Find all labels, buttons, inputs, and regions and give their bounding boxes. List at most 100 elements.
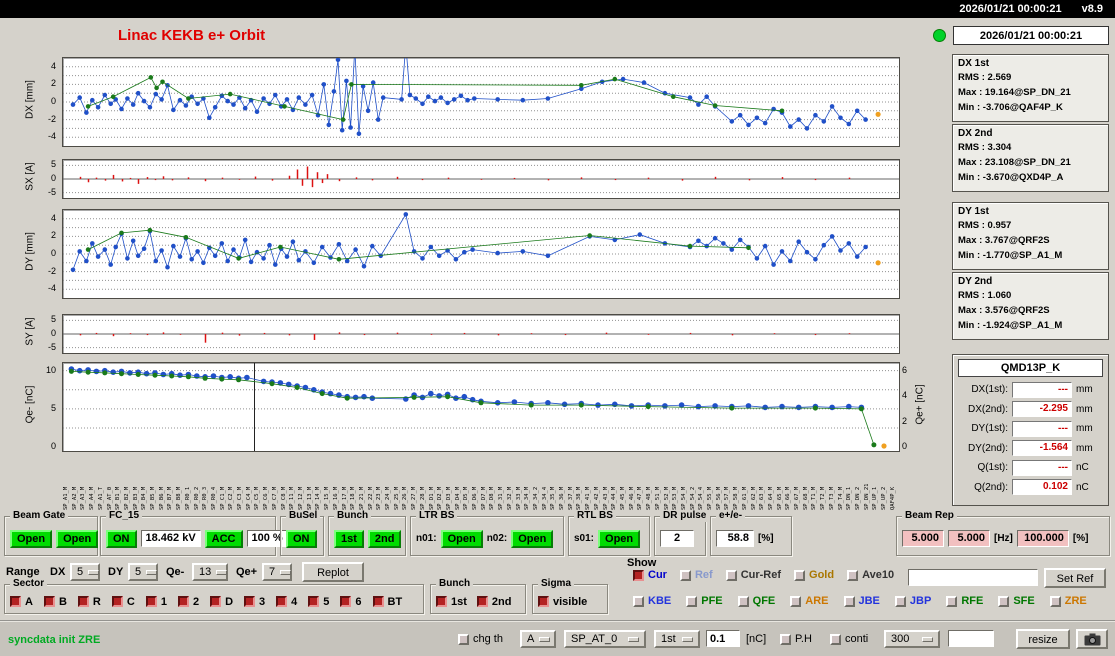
bunch-2nd-button[interactable]: 2nd — [367, 529, 402, 548]
sector-4-toggle[interactable]: 4 — [276, 596, 297, 608]
resize-button[interactable]: resize — [1016, 629, 1070, 649]
sector-2-checkbox[interactable] — [177, 596, 189, 607]
ref-checkbox[interactable] — [679, 569, 691, 581]
ltr-n01-open-button[interactable]: Open — [440, 529, 483, 548]
charge-plot[interactable] — [63, 363, 899, 451]
show-jbe-toggle[interactable]: JBE — [843, 595, 880, 607]
beam-gate-open-2-button[interactable]: Open — [56, 529, 99, 548]
bunch-2nd-toggle[interactable]: 2nd — [476, 596, 511, 608]
sector-5-checkbox[interactable] — [308, 596, 320, 607]
bunch-1st-checkbox[interactable] — [436, 596, 447, 607]
fc15-acc-button[interactable]: ACC — [204, 529, 243, 548]
ltr-n02-open-button[interactable]: Open — [511, 529, 554, 548]
chg-th-toggle[interactable]: chg th — [458, 633, 503, 645]
sector-a-checkbox[interactable] — [10, 596, 21, 607]
dy-orbit-plot[interactable] — [63, 210, 899, 298]
min-value: Min : -3.706@QAF4P_K — [958, 102, 1063, 113]
show-cur-ref-toggle[interactable]: Cur-Ref — [725, 569, 781, 581]
bunch-2nd-checkbox[interactable] — [476, 596, 488, 607]
set-ref-button[interactable]: Set Ref — [1044, 568, 1106, 588]
busel-on-button[interactable]: ON — [286, 529, 317, 548]
ave10-checkbox[interactable] — [847, 569, 859, 581]
show-pfe-toggle[interactable]: PFE — [686, 595, 723, 607]
conti-toggle[interactable]: conti — [830, 633, 868, 645]
sector-4-checkbox[interactable] — [276, 596, 288, 607]
bunch-1st-button[interactable]: 1st — [334, 529, 364, 548]
cur-checkbox[interactable] — [633, 569, 644, 581]
sector-d-checkbox[interactable] — [210, 596, 222, 607]
rtl-s01-open-button[interactable]: Open — [598, 529, 641, 548]
rfe-checkbox[interactable] — [946, 595, 958, 607]
show-kbe-toggle[interactable]: KBE — [633, 595, 671, 607]
sector-b-checkbox[interactable] — [43, 596, 55, 607]
cur-ref-checkbox[interactable] — [725, 569, 737, 581]
sy-steering-plot[interactable] — [63, 315, 899, 353]
sector-1-toggle[interactable]: 1 — [145, 596, 167, 608]
chg-th-checkbox[interactable] — [458, 633, 469, 645]
show-cur-toggle[interactable]: Cur — [633, 569, 667, 581]
sector-2-toggle[interactable]: 2 — [177, 596, 199, 608]
sector-r-toggle[interactable]: R — [77, 596, 101, 608]
ref-name-input[interactable] — [908, 569, 1038, 586]
conti-checkbox[interactable] — [830, 633, 841, 645]
show-zre-toggle[interactable]: ZRE — [1049, 595, 1087, 607]
kbe-checkbox[interactable] — [633, 595, 644, 607]
bpm-name-label: SP_41_M — [585, 486, 592, 510]
sector-r-checkbox[interactable] — [77, 596, 89, 607]
dy2-label: DY(2nd): — [967, 442, 1008, 454]
sfe-checkbox[interactable] — [998, 595, 1010, 607]
beam-gate-open-1-button[interactable]: Open — [10, 529, 53, 548]
are-checkbox[interactable] — [790, 595, 802, 607]
sigma-visible-checkbox[interactable] — [538, 596, 549, 607]
sigma-visible-toggle[interactable]: visible — [538, 596, 587, 608]
range-qe-plus-select[interactable]: 7 — [262, 563, 292, 581]
show-sfe-toggle[interactable]: SFE — [998, 595, 1035, 607]
dx-orbit-plot[interactable] — [63, 58, 899, 146]
sector-c-checkbox[interactable] — [111, 596, 123, 607]
zre-checkbox[interactable] — [1049, 595, 1061, 607]
bpm-name-label: SP_21_M — [358, 486, 365, 510]
snapshot-button[interactable] — [1076, 629, 1108, 649]
sector-3-toggle[interactable]: 3 — [244, 596, 265, 608]
show-rfe-toggle[interactable]: RFE — [946, 595, 983, 607]
sector-select[interactable]: A — [520, 630, 556, 648]
interval-select[interactable]: 300 — [884, 630, 940, 648]
bunch-select[interactable]: 1st — [654, 630, 700, 648]
range-qe-minus-select[interactable]: 13 — [192, 563, 228, 581]
gold-checkbox[interactable] — [794, 569, 806, 581]
sector-bt-checkbox[interactable] — [372, 596, 384, 607]
show-ref-toggle[interactable]: Ref — [679, 569, 713, 581]
qfe-checkbox[interactable] — [737, 595, 749, 607]
aux-input[interactable] — [948, 630, 994, 647]
sector-6-toggle[interactable]: 6 — [340, 596, 362, 608]
jbe-checkbox[interactable] — [843, 595, 855, 607]
ph-checkbox[interactable] — [780, 633, 791, 645]
sector-b-toggle[interactable]: B — [43, 596, 67, 608]
sector-d-toggle[interactable]: D — [210, 596, 233, 608]
pfe-checkbox[interactable] — [686, 595, 698, 607]
fc15-group: FC_15 ON 18.462 kV ACC 100 % — [100, 510, 288, 556]
sector-bt-toggle[interactable]: BT — [372, 596, 402, 608]
sector-c-toggle[interactable]: C — [111, 596, 135, 608]
range-dx-select[interactable]: 5 — [70, 563, 100, 581]
monitor-select[interactable]: SP_AT_0 — [564, 630, 646, 648]
show-jbp-toggle[interactable]: JBP — [894, 595, 931, 607]
sector-a-toggle[interactable]: A — [10, 596, 33, 608]
jbp-checkbox[interactable] — [894, 595, 906, 607]
show-qfe-toggle[interactable]: QFE — [737, 595, 775, 607]
bunch-1st-toggle[interactable]: 1st — [436, 596, 467, 608]
sector-5-toggle[interactable]: 5 — [308, 596, 329, 608]
sector-3-checkbox[interactable] — [244, 596, 256, 607]
range-dy-select[interactable]: 5 — [128, 563, 158, 581]
replot-button[interactable]: Replot — [302, 562, 364, 582]
bpm-name-label: SP_57_M — [724, 486, 731, 510]
sx-steering-plot[interactable] — [63, 160, 899, 198]
show-are-toggle[interactable]: ARE — [790, 595, 829, 607]
show-gold-toggle[interactable]: Gold — [794, 569, 834, 581]
fc15-on-button[interactable]: ON — [106, 529, 137, 548]
threshold-input[interactable] — [706, 630, 740, 647]
ph-toggle[interactable]: P.H — [780, 633, 812, 645]
sector-1-checkbox[interactable] — [145, 596, 157, 607]
show-ave10-toggle[interactable]: Ave10 — [847, 569, 894, 581]
sector-6-checkbox[interactable] — [340, 596, 352, 607]
